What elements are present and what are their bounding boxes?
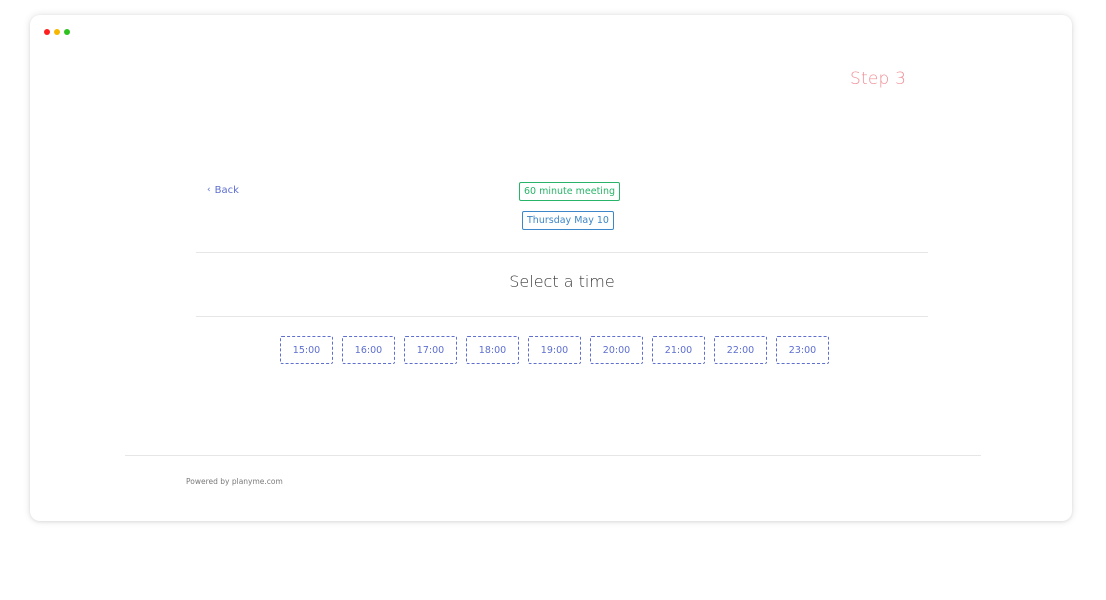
time-slot-2000[interactable]: 20:00 bbox=[590, 336, 643, 364]
close-window-icon[interactable] bbox=[44, 29, 50, 35]
time-slot-1600[interactable]: 16:00 bbox=[342, 336, 395, 364]
selected-date-badge: Thursday May 10 bbox=[522, 211, 614, 230]
time-slot-2300[interactable]: 23:00 bbox=[776, 336, 829, 364]
chevron-left-icon: ‹ bbox=[207, 185, 211, 195]
back-button[interactable]: ‹ Back bbox=[207, 185, 239, 196]
section-title: Select a time bbox=[509, 272, 615, 291]
divider-middle bbox=[196, 316, 928, 317]
window-controls bbox=[44, 29, 70, 35]
meeting-type-badge: 60 minute meeting bbox=[519, 182, 620, 201]
time-slot-1500[interactable]: 15:00 bbox=[280, 336, 333, 364]
divider-top bbox=[196, 252, 928, 253]
time-slot-1700[interactable]: 17:00 bbox=[404, 336, 457, 364]
time-slot-1900[interactable]: 19:00 bbox=[528, 336, 581, 364]
back-label: Back bbox=[214, 185, 239, 196]
divider-footer bbox=[125, 455, 981, 456]
maximize-window-icon[interactable] bbox=[64, 29, 70, 35]
app-window: Step 3 ‹ Back 60 minute meeting Thursday… bbox=[30, 15, 1072, 521]
time-slot-2100[interactable]: 21:00 bbox=[652, 336, 705, 364]
time-slot-1800[interactable]: 18:00 bbox=[466, 336, 519, 364]
minimize-window-icon[interactable] bbox=[54, 29, 60, 35]
step-indicator: Step 3 bbox=[850, 69, 907, 89]
powered-by-link[interactable]: Powered by planyme.com bbox=[186, 477, 283, 486]
time-slot-2200[interactable]: 22:00 bbox=[714, 336, 767, 364]
time-slot-list: 15:00 16:00 17:00 18:00 19:00 20:00 21:0… bbox=[280, 336, 829, 364]
